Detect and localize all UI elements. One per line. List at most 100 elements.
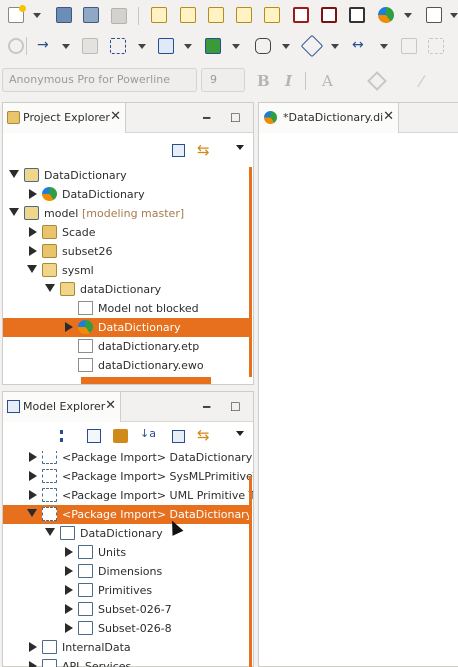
tree-row[interactable]: sysml [3, 261, 249, 280]
close-icon[interactable]: ✕ [105, 398, 116, 413]
new-dropdown-icon[interactable] [33, 13, 41, 18]
expanded-arrow-icon[interactable] [9, 170, 19, 178]
grid-red-icon[interactable] [293, 7, 309, 23]
tree-row[interactable]: DataDictionary [3, 185, 249, 204]
tree-row[interactable]: DataDictionary [3, 166, 249, 185]
collapsed-arrow-icon[interactable] [65, 322, 73, 332]
close-icon[interactable]: ✕ [383, 109, 394, 124]
align-dropdown-icon[interactable] [232, 44, 240, 49]
tree-row[interactable]: Primitives [3, 581, 249, 600]
project-explorer-scrollbar[interactable] [249, 167, 252, 377]
select-dropdown-icon[interactable] [138, 44, 146, 49]
expanded-arrow-icon[interactable] [27, 265, 37, 273]
connector-dropdown-icon[interactable] [62, 44, 70, 49]
list-view-icon[interactable] [60, 430, 72, 442]
layout-icon[interactable] [426, 7, 442, 23]
route-icon[interactable] [300, 34, 324, 58]
collapsed-arrow-icon[interactable] [29, 490, 37, 500]
tree-row[interactable]: API_Services [3, 657, 249, 667]
font-family-combo[interactable]: Anonymous Pro for Powerline [2, 68, 197, 92]
collapsed-arrow-icon[interactable] [29, 227, 37, 237]
pan-hand-icon[interactable] [255, 38, 271, 54]
align-icon[interactable] [205, 38, 221, 54]
expanded-arrow-icon[interactable] [45, 528, 55, 536]
new-model-icon[interactable] [151, 7, 167, 23]
select-all-icon[interactable] [110, 38, 126, 54]
close-icon[interactable]: ✕ [110, 109, 121, 124]
grid-black-icon[interactable] [349, 7, 365, 23]
tree-row[interactable]: Subset-026-7 [3, 600, 249, 619]
tree-row[interactable]: Subset-026-8 [3, 619, 249, 638]
collapsed-arrow-icon[interactable] [65, 566, 73, 576]
copy-format-icon[interactable] [82, 38, 98, 54]
collapsed-arrow-icon[interactable] [29, 452, 37, 462]
expanded-arrow-icon[interactable] [27, 509, 37, 517]
sort-az-icon[interactable]: ↓a [140, 427, 156, 440]
route-dropdown-icon[interactable] [331, 44, 339, 49]
collapsed-arrow-icon[interactable] [29, 246, 37, 256]
save-icon[interactable] [56, 7, 72, 23]
tree-row[interactable]: Dimensions [3, 562, 249, 581]
maximize-icon[interactable]: ☐ [230, 400, 241, 414]
collapse-all-icon[interactable] [172, 430, 185, 443]
tab-project-explorer[interactable]: Project Explorer ✕ [3, 103, 126, 133]
grid-dark-red-icon[interactable] [321, 7, 337, 23]
link-with-editor-icon[interactable]: ⇆ [197, 426, 210, 444]
collapse-all-icon[interactable] [172, 144, 185, 157]
line-color-icon[interactable]: ⁄ [420, 72, 423, 91]
italic-button[interactable]: I [285, 72, 292, 90]
tree-row[interactable]: model [modeling master] [3, 204, 249, 223]
tree-row[interactable]: InternalData [3, 638, 249, 657]
tree-row[interactable]: Scade [3, 223, 249, 242]
bold-button[interactable]: B [257, 72, 270, 90]
tab-datadictionary-di[interactable]: *DataDictionary.di ✕ [259, 103, 399, 133]
connector-arrow-icon[interactable]: → [37, 37, 49, 53]
new-diagram-icon[interactable] [208, 7, 224, 23]
font-color-button[interactable]: A [322, 72, 333, 90]
tree-row[interactable]: Model not blocked [3, 299, 249, 318]
fill-color-icon[interactable] [367, 71, 387, 91]
view-menu-icon[interactable] [236, 145, 244, 150]
print-icon[interactable] [111, 8, 127, 24]
model-explorer-scrollbar[interactable] [249, 476, 252, 667]
snap-icon[interactable] [401, 38, 417, 54]
tree-row[interactable]: <Package Import> UML Primitive Types [3, 486, 253, 505]
tab-model-explorer[interactable]: Model Explorer ✕ [3, 392, 121, 422]
tree-row[interactable]: <Package Import> SysMLPrimitiveTypes [3, 467, 253, 486]
font-size-combo[interactable]: 9 [201, 68, 245, 92]
size-arrow-icon[interactable]: ↔ [352, 37, 364, 53]
tree-row[interactable]: dataDictionary [3, 280, 249, 299]
collapsed-arrow-icon[interactable] [29, 642, 37, 652]
layout-dropdown-icon[interactable] [450, 13, 458, 18]
new-element-icon[interactable] [180, 7, 196, 23]
view-menu-icon[interactable] [236, 431, 244, 436]
minimize-icon[interactable]: ━ [203, 111, 210, 125]
scade-dropdown-icon[interactable] [404, 13, 412, 18]
tree-view-icon[interactable] [87, 429, 101, 443]
tree-row[interactable]: Units [3, 543, 249, 562]
refresh-icon[interactable] [8, 38, 24, 54]
tree-row[interactable]: <Package Import> DataDictionary [3, 505, 252, 524]
expanded-arrow-icon[interactable] [9, 208, 19, 216]
minimize-icon[interactable]: ━ [203, 400, 210, 414]
collapsed-arrow-icon[interactable] [65, 623, 73, 633]
diagram-canvas[interactable] [259, 134, 458, 666]
collapsed-arrow-icon[interactable] [29, 471, 37, 481]
maximize-icon[interactable]: ☐ [230, 111, 241, 125]
grid-toggle-icon[interactable] [428, 38, 444, 54]
new-requirement-icon[interactable] [236, 7, 252, 23]
new-file-icon[interactable] [8, 5, 26, 23]
collapsed-arrow-icon[interactable] [29, 661, 37, 667]
expanded-arrow-icon[interactable] [45, 284, 55, 292]
tree-row[interactable]: dataDictionary.etp [3, 337, 249, 356]
collapsed-arrow-icon[interactable] [65, 604, 73, 614]
scade-perspective-icon[interactable] [378, 7, 394, 23]
collapsed-arrow-icon[interactable] [65, 547, 73, 557]
save-all-icon[interactable] [83, 7, 99, 23]
tree-row[interactable]: subset26 [3, 242, 249, 261]
tree-row[interactable]: DataDictionary [3, 318, 249, 337]
collapsed-arrow-icon[interactable] [29, 189, 37, 199]
arrange-icon[interactable] [158, 38, 174, 54]
new-table-icon[interactable] [264, 7, 280, 23]
collapsed-arrow-icon[interactable] [65, 585, 73, 595]
